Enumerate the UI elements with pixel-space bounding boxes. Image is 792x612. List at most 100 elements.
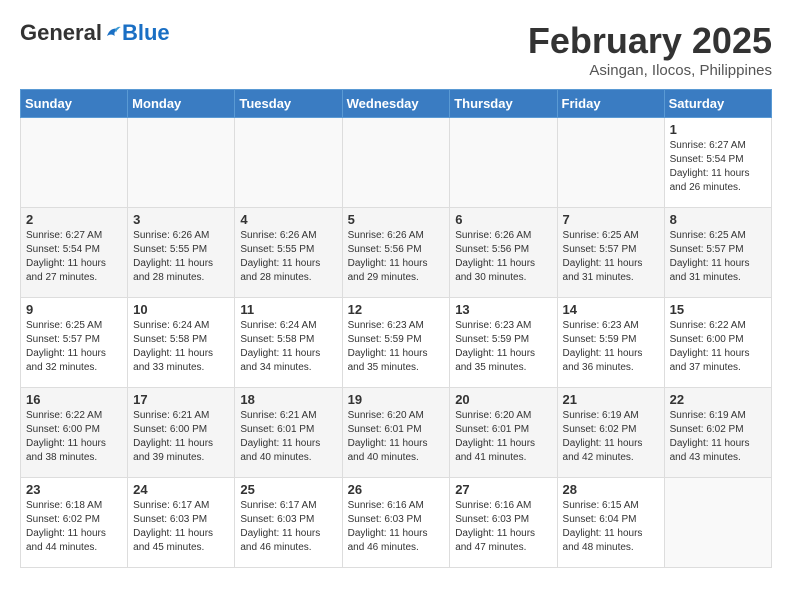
calendar-cell: 6 Sunrise: 6:26 AMSunset: 5:56 PMDaylight… bbox=[450, 208, 557, 298]
calendar-cell: 26Sunrise: 6:16 AMSunset: 6:03 PMDayligh… bbox=[342, 478, 450, 568]
calendar-header-wednesday: Wednesday bbox=[342, 90, 450, 118]
day-number: 25 bbox=[240, 482, 336, 497]
calendar-cell: 22 Sunrise: 6:19 AMSunset: 6:02 PMDayligh… bbox=[664, 388, 771, 478]
logo-general-text: General bbox=[20, 20, 102, 46]
day-info: Sunrise: 6:17 AMSunset: 6:03 PMDaylight:… bbox=[133, 499, 229, 555]
day-info: Sunrise: 6:23 AMSunset: 5:59 PMDaylight:… bbox=[348, 319, 445, 375]
calendar-cell: 7 Sunrise: 6:25 AMSunset: 5:57 PMDaylight… bbox=[557, 208, 664, 298]
day-info: Sunrise: 6:24 AMSunset: 5:58 PMDaylight:… bbox=[133, 319, 229, 375]
calendar-cell: 17 Sunrise: 6:21 AMSunset: 6:00 PMDayligh… bbox=[128, 388, 235, 478]
calendar-header-thursday: Thursday bbox=[450, 90, 557, 118]
day-number: 26 bbox=[348, 482, 445, 497]
calendar-cell: 5 Sunrise: 6:26 AMSunset: 5:56 PMDaylight… bbox=[342, 208, 450, 298]
logo-bird-icon bbox=[104, 24, 122, 42]
calendar-cell: 14 Sunrise: 6:23 AMSunset: 5:59 PMDayligh… bbox=[557, 298, 664, 388]
calendar-week-row: 23 Sunrise: 6:18 AMSunset: 6:02 PMDayligh… bbox=[21, 478, 772, 568]
calendar-cell: 9 Sunrise: 6:25 AMSunset: 5:57 PMDaylight… bbox=[21, 298, 128, 388]
calendar-header-friday: Friday bbox=[557, 90, 664, 118]
day-number: 4 bbox=[240, 212, 336, 227]
day-number: 1 bbox=[670, 122, 766, 137]
calendar-cell bbox=[235, 118, 342, 208]
calendar-cell: 19Sunrise: 6:20 AMSunset: 6:01 PMDayligh… bbox=[342, 388, 450, 478]
day-number: 17 bbox=[133, 392, 229, 407]
day-info: Sunrise: 6:27 AMSunset: 5:54 PMDaylight:… bbox=[26, 229, 122, 285]
calendar-cell bbox=[128, 118, 235, 208]
calendar-cell: 11 Sunrise: 6:24 AMSunset: 5:58 PMDayligh… bbox=[235, 298, 342, 388]
day-info: Sunrise: 6:21 AMSunset: 6:00 PMDaylight:… bbox=[133, 409, 229, 465]
day-number: 8 bbox=[670, 212, 766, 227]
calendar-cell: 25 Sunrise: 6:17 AMSunset: 6:03 PMDayligh… bbox=[235, 478, 342, 568]
day-number: 27 bbox=[455, 482, 551, 497]
day-info: Sunrise: 6:20 AMSunset: 6:01 PMDaylight:… bbox=[348, 409, 445, 465]
calendar-week-row: 1 Sunrise: 6:27 AMSunset: 5:54 PMDaylight… bbox=[21, 118, 772, 208]
day-number: 7 bbox=[563, 212, 659, 227]
calendar-cell: 24 Sunrise: 6:17 AMSunset: 6:03 PMDayligh… bbox=[128, 478, 235, 568]
day-info: Sunrise: 6:25 AMSunset: 5:57 PMDaylight:… bbox=[670, 229, 766, 285]
day-info: Sunrise: 6:19 AMSunset: 6:02 PMDaylight:… bbox=[670, 409, 766, 465]
calendar-cell: 21 Sunrise: 6:19 AMSunset: 6:02 PMDayligh… bbox=[557, 388, 664, 478]
day-number: 13 bbox=[455, 302, 551, 317]
day-info: Sunrise: 6:22 AMSunset: 6:00 PMDaylight:… bbox=[26, 409, 122, 465]
calendar-cell bbox=[342, 118, 450, 208]
calendar-header-tuesday: Tuesday bbox=[235, 90, 342, 118]
day-info: Sunrise: 6:25 AMSunset: 5:57 PMDaylight:… bbox=[563, 229, 659, 285]
day-number: 2 bbox=[26, 212, 122, 227]
calendar-cell: 15 Sunrise: 6:22 AMSunset: 6:00 PMDayligh… bbox=[664, 298, 771, 388]
calendar-cell: 16 Sunrise: 6:22 AMSunset: 6:00 PMDayligh… bbox=[21, 388, 128, 478]
calendar-cell: 1 Sunrise: 6:27 AMSunset: 5:54 PMDaylight… bbox=[664, 118, 771, 208]
day-number: 14 bbox=[563, 302, 659, 317]
day-number: 24 bbox=[133, 482, 229, 497]
day-info: Sunrise: 6:15 AMSunset: 6:04 PMDaylight:… bbox=[563, 499, 659, 555]
day-number: 6 bbox=[455, 212, 551, 227]
calendar-week-row: 16 Sunrise: 6:22 AMSunset: 6:00 PMDayligh… bbox=[21, 388, 772, 478]
title-block: February 2025 Asingan, Ilocos, Philippin… bbox=[528, 20, 772, 79]
calendar-header-saturday: Saturday bbox=[664, 90, 771, 118]
day-info: Sunrise: 6:26 AMSunset: 5:55 PMDaylight:… bbox=[133, 229, 229, 285]
calendar-cell: 18Sunrise: 6:21 AMSunset: 6:01 PMDayligh… bbox=[235, 388, 342, 478]
calendar-cell: 28 Sunrise: 6:15 AMSunset: 6:04 PMDayligh… bbox=[557, 478, 664, 568]
calendar-cell: 23 Sunrise: 6:18 AMSunset: 6:02 PMDayligh… bbox=[21, 478, 128, 568]
day-number: 15 bbox=[670, 302, 766, 317]
day-info: Sunrise: 6:21 AMSunset: 6:01 PMDaylight:… bbox=[240, 409, 336, 465]
calendar-cell bbox=[21, 118, 128, 208]
calendar-week-row: 2 Sunrise: 6:27 AMSunset: 5:54 PMDaylight… bbox=[21, 208, 772, 298]
day-info: Sunrise: 6:24 AMSunset: 5:58 PMDaylight:… bbox=[240, 319, 336, 375]
day-info: Sunrise: 6:18 AMSunset: 6:02 PMDaylight:… bbox=[26, 499, 122, 555]
calendar-cell: 20 Sunrise: 6:20 AMSunset: 6:01 PMDayligh… bbox=[450, 388, 557, 478]
calendar-cell bbox=[450, 118, 557, 208]
calendar-header-monday: Monday bbox=[128, 90, 235, 118]
calendar-cell: 10 Sunrise: 6:24 AMSunset: 5:58 PMDayligh… bbox=[128, 298, 235, 388]
day-info: Sunrise: 6:22 AMSunset: 6:00 PMDaylight:… bbox=[670, 319, 766, 375]
day-info: Sunrise: 6:26 AMSunset: 5:56 PMDaylight:… bbox=[455, 229, 551, 285]
day-info: Sunrise: 6:20 AMSunset: 6:01 PMDaylight:… bbox=[455, 409, 551, 465]
month-title: February 2025 bbox=[528, 20, 772, 62]
calendar-cell: 2 Sunrise: 6:27 AMSunset: 5:54 PMDaylight… bbox=[21, 208, 128, 298]
day-info: Sunrise: 6:16 AMSunset: 6:03 PMDaylight:… bbox=[455, 499, 551, 555]
day-info: Sunrise: 6:26 AMSunset: 5:56 PMDaylight:… bbox=[348, 229, 445, 285]
day-info: Sunrise: 6:17 AMSunset: 6:03 PMDaylight:… bbox=[240, 499, 336, 555]
day-number: 9 bbox=[26, 302, 122, 317]
day-info: Sunrise: 6:23 AMSunset: 5:59 PMDaylight:… bbox=[563, 319, 659, 375]
day-number: 12 bbox=[348, 302, 445, 317]
day-number: 10 bbox=[133, 302, 229, 317]
day-number: 11 bbox=[240, 302, 336, 317]
calendar-cell: 27 Sunrise: 6:16 AMSunset: 6:03 PMDayligh… bbox=[450, 478, 557, 568]
calendar-cell bbox=[664, 478, 771, 568]
day-number: 28 bbox=[563, 482, 659, 497]
day-number: 22 bbox=[670, 392, 766, 407]
day-number: 20 bbox=[455, 392, 551, 407]
calendar-header-row: SundayMondayTuesdayWednesdayThursdayFrid… bbox=[21, 90, 772, 118]
day-info: Sunrise: 6:23 AMSunset: 5:59 PMDaylight:… bbox=[455, 319, 551, 375]
day-info: Sunrise: 6:27 AMSunset: 5:54 PMDaylight:… bbox=[670, 139, 766, 195]
day-number: 5 bbox=[348, 212, 445, 227]
calendar-header-sunday: Sunday bbox=[21, 90, 128, 118]
day-number: 21 bbox=[563, 392, 659, 407]
calendar-cell: 13 Sunrise: 6:23 AMSunset: 5:59 PMDayligh… bbox=[450, 298, 557, 388]
calendar-table: SundayMondayTuesdayWednesdayThursdayFrid… bbox=[20, 89, 772, 568]
day-info: Sunrise: 6:19 AMSunset: 6:02 PMDaylight:… bbox=[563, 409, 659, 465]
calendar-cell: 12 Sunrise: 6:23 AMSunset: 5:59 PMDayligh… bbox=[342, 298, 450, 388]
day-number: 16 bbox=[26, 392, 122, 407]
calendar-cell: 8 Sunrise: 6:25 AMSunset: 5:57 PMDaylight… bbox=[664, 208, 771, 298]
day-number: 23 bbox=[26, 482, 122, 497]
day-info: Sunrise: 6:25 AMSunset: 5:57 PMDaylight:… bbox=[26, 319, 122, 375]
